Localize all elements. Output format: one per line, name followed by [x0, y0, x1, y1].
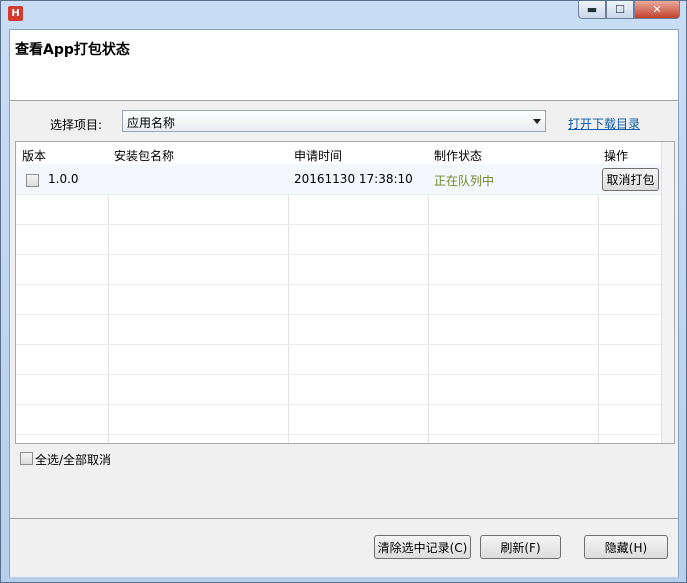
- project-select[interactable]: 应用名称: [122, 110, 546, 132]
- row-divider: [16, 374, 661, 375]
- project-select-label: 选择项目:: [50, 118, 103, 132]
- package-table: 版本 安装包名称 申请时间 制作状态 操作 1.0.0 20161130 17:…: [15, 141, 675, 444]
- close-button[interactable]: ✕: [634, 1, 680, 19]
- app-window: H ▬ ☐ ✕ 查看App打包状态 选择项目: 应用名称 打开下载目录 版本 安…: [0, 0, 687, 583]
- select-all-label: 全选/全部取消: [35, 453, 112, 467]
- cancel-packaging-button[interactable]: 取消打包: [602, 168, 659, 191]
- dialog-header: 查看App打包状态: [10, 30, 678, 101]
- row-divider: [16, 254, 661, 255]
- column-header-request-time[interactable]: 申请时间: [294, 147, 342, 164]
- table-header: 版本 安装包名称 申请时间 制作状态 操作: [16, 142, 674, 165]
- row-divider: [16, 314, 661, 315]
- dialog-footer: 清除选中记录(C) 刷新(F) 隐藏(H): [10, 518, 678, 577]
- title-bar[interactable]: H ▬ ☐ ✕: [1, 1, 686, 25]
- maximize-button[interactable]: ☐: [606, 1, 634, 19]
- app-logo-icon: H: [8, 6, 23, 21]
- column-header-package-name[interactable]: 安装包名称: [114, 147, 174, 164]
- window-controls: ▬ ☐ ✕: [578, 1, 680, 20]
- row-divider: [16, 404, 661, 405]
- row-divider: [16, 224, 661, 225]
- clear-selected-button[interactable]: 清除选中记录(C): [374, 535, 471, 559]
- table-row[interactable]: 1.0.0 20161130 17:38:10 正在队列中 取消打包: [16, 164, 661, 194]
- open-download-dir-link[interactable]: 打开下载目录: [568, 115, 640, 132]
- column-header-status[interactable]: 制作状态: [434, 147, 482, 164]
- row-divider: [16, 194, 661, 195]
- dialog-body: 选择项目: 应用名称 打开下载目录 版本 安装包名称 申请时间 制作状态 操作: [10, 101, 678, 518]
- dropdown-arrow-icon[interactable]: [533, 119, 541, 124]
- page-title: 查看App打包状态: [15, 42, 130, 58]
- row-request-time: 20161130 17:38:10: [294, 172, 413, 186]
- refresh-button[interactable]: 刷新(F): [480, 535, 561, 559]
- minimize-button[interactable]: ▬: [578, 1, 606, 19]
- dialog-client: 查看App打包状态 选择项目: 应用名称 打开下载目录 版本 安装包名称 申请时…: [9, 29, 679, 577]
- select-all-checkbox[interactable]: [20, 452, 33, 465]
- row-version: 1.0.0: [48, 172, 79, 186]
- project-select-value: 应用名称: [127, 116, 176, 130]
- row-checkbox[interactable]: [26, 174, 39, 187]
- row-divider: [16, 434, 661, 435]
- row-divider: [16, 284, 661, 285]
- row-divider: [16, 344, 661, 345]
- vertical-scrollbar[interactable]: [661, 142, 674, 443]
- column-header-action[interactable]: 操作: [604, 147, 628, 164]
- column-header-version[interactable]: 版本: [22, 147, 46, 164]
- hide-button[interactable]: 隐藏(H): [584, 535, 668, 559]
- row-status: 正在队列中: [434, 174, 495, 188]
